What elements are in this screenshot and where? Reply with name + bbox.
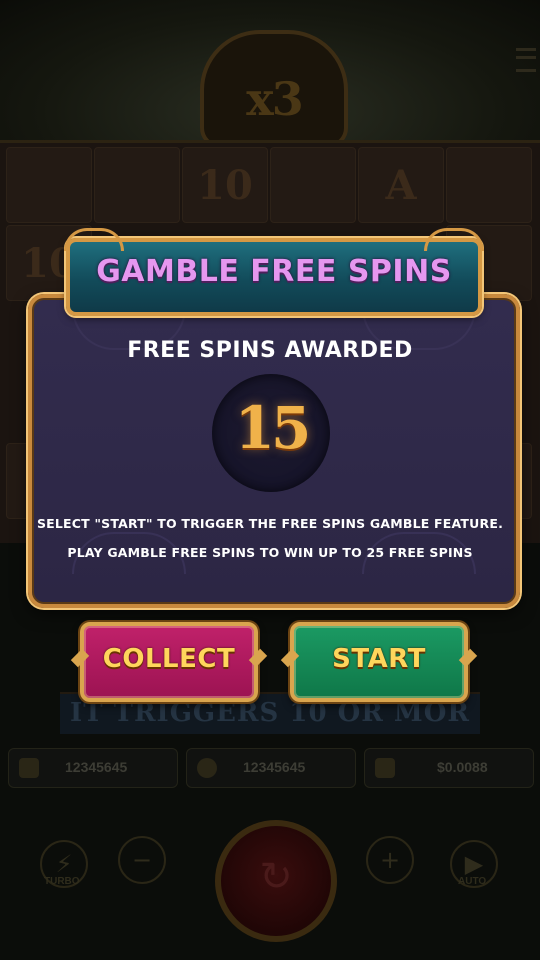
reel-cell bbox=[6, 147, 92, 223]
coins-icon bbox=[197, 758, 217, 778]
reel-cell bbox=[446, 147, 532, 223]
reel-cell: 10 bbox=[182, 147, 268, 223]
multiplier-frame: x3 bbox=[200, 30, 348, 148]
free-spins-awarded-label: FREE SPINS AWARDED bbox=[127, 338, 413, 363]
spin-button[interactable]: ↻ bbox=[215, 820, 337, 942]
start-button[interactable]: START bbox=[290, 622, 468, 702]
meter-bet: 12345645 bbox=[186, 748, 356, 788]
trigger-text: IT TRIGGERS 10 OR MOR bbox=[70, 698, 470, 728]
collect-button-label: COLLECT bbox=[102, 644, 236, 674]
background-scene: x3 bbox=[0, 0, 540, 148]
meter-value: 12345645 bbox=[243, 759, 306, 775]
dialog-title-plate: GAMBLE FREE SPINS bbox=[64, 228, 484, 316]
meter-win: $0.0088 bbox=[364, 748, 534, 788]
collect-button[interactable]: COLLECT bbox=[80, 622, 258, 702]
control-bar: ⚡ TURBO − ↻ + ▶ AUTO bbox=[0, 800, 540, 960]
free-spins-count-badge: 15 bbox=[212, 374, 330, 492]
meter-credits: 12345645 bbox=[8, 748, 178, 788]
free-spins-count: 15 bbox=[234, 394, 312, 462]
meter-value: 12345645 bbox=[65, 759, 128, 775]
auto-label: AUTO bbox=[458, 876, 487, 887]
spin-icon: ↻ bbox=[259, 854, 293, 900]
reel-cell: A bbox=[358, 147, 444, 223]
menu-icon[interactable] bbox=[516, 48, 536, 72]
start-button-label: START bbox=[332, 644, 426, 674]
dialog-title: GAMBLE FREE SPINS bbox=[96, 254, 452, 289]
reel-cell bbox=[94, 147, 180, 223]
wallet-icon bbox=[375, 758, 395, 778]
reel-cell bbox=[270, 147, 356, 223]
reel-symbol: A bbox=[385, 162, 417, 209]
meter-value: $0.0088 bbox=[437, 759, 488, 775]
card-icon bbox=[19, 758, 39, 778]
description-line-1: SELECT "START" TO TRIGGER THE FREE SPINS… bbox=[36, 516, 504, 531]
plus-bet-button[interactable]: + bbox=[366, 836, 414, 884]
description-line-2: PLAY GAMBLE FREE SPINS TO WIN UP TO 25 F… bbox=[67, 545, 473, 560]
minus-bet-button[interactable]: − bbox=[118, 836, 166, 884]
turbo-label: TURBO bbox=[44, 876, 80, 887]
multiplier-value: x3 bbox=[246, 72, 303, 126]
reel-symbol: 10 bbox=[197, 162, 253, 209]
